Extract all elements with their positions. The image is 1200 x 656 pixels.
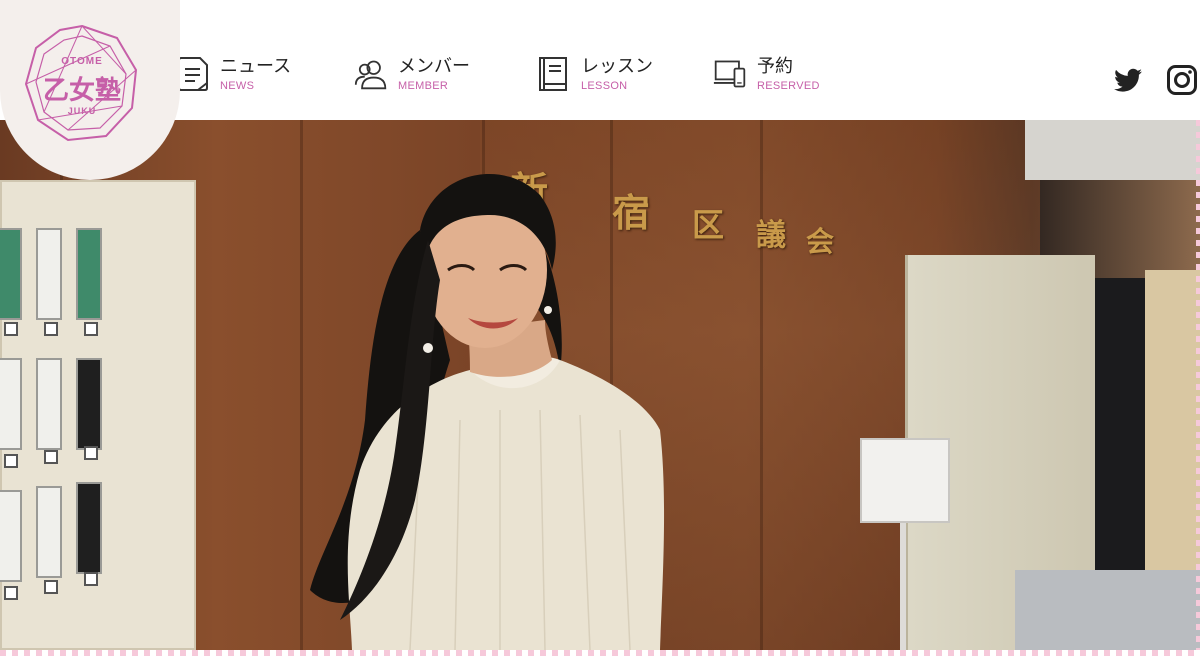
nav-news[interactable]: ニュース NEWS <box>176 56 291 100</box>
news-document-icon <box>178 57 208 91</box>
nav-lesson[interactable]: レッスン LESSON <box>537 56 653 100</box>
instagram-icon[interactable] <box>1166 64 1198 96</box>
person-figure <box>310 173 665 650</box>
nav-member-label: メンバー <box>398 56 470 77</box>
reserved-devices-icon <box>713 60 746 88</box>
nav-news-label: ニュース <box>220 56 292 77</box>
nav-member[interactable]: メンバー MEMBER <box>354 56 470 100</box>
bottom-border-decoration <box>0 650 1200 656</box>
nav-reserved[interactable]: 予約 RESERVED <box>713 56 820 100</box>
page-edge-decoration <box>1196 120 1200 650</box>
site-logo[interactable]: OTOME 乙女塾 JUKU <box>22 22 142 148</box>
nav-reserved-sublabel: RESERVED <box>757 80 820 92</box>
lesson-book-icon <box>539 57 567 91</box>
twitter-icon[interactable] <box>1112 64 1144 96</box>
logo-main-text: 乙女塾 <box>42 76 121 106</box>
logo-bottom-text: JUKU <box>67 106 97 116</box>
nav-member-sublabel: MEMBER <box>398 80 449 92</box>
member-people-icon <box>354 60 387 90</box>
nav-news-sublabel: NEWS <box>220 80 255 92</box>
hero-photo: 新 宿 区 議 会 <box>0 120 1200 650</box>
nav-lesson-sublabel: LESSON <box>581 80 628 92</box>
logo-top-text: OTOME <box>61 56 103 67</box>
nav-reserved-label: 予約 <box>757 56 793 77</box>
nav-lesson-label: レッスン <box>581 56 653 77</box>
site-header: ニュース NEWS メンバー MEMBER レッスン LESSON 予約 RES… <box>0 0 1200 120</box>
